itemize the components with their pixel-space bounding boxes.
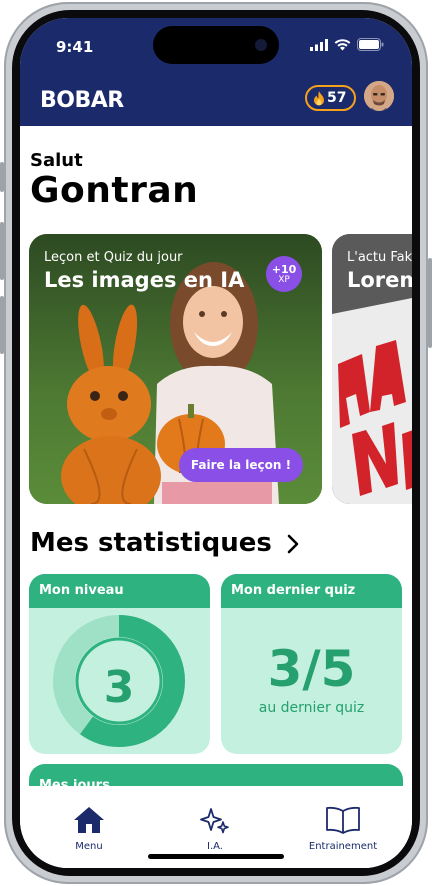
card-kicker: Leçon et Quiz du jour	[44, 250, 183, 265]
nav-training[interactable]: Entrainement	[298, 806, 388, 852]
user-avatar[interactable]	[364, 81, 394, 111]
card-title: Lorem	[347, 268, 412, 292]
home-indicator	[148, 854, 284, 859]
sparkles-icon	[200, 808, 229, 834]
level-value: 3	[103, 662, 135, 713]
start-lesson-button[interactable]: Faire la leçon !	[179, 448, 303, 482]
action-button	[0, 162, 4, 192]
streak-count: 57	[327, 90, 347, 106]
home-icon	[74, 807, 104, 833]
level-label: Mon niveau	[29, 574, 210, 608]
news-card[interactable]: L'actu Fak Lorem	[332, 234, 412, 504]
chevron-right-icon[interactable]	[286, 532, 300, 562]
flame-icon	[314, 90, 324, 105]
quiz-score: 3/5	[267, 640, 356, 698]
app-header: 9:41 BOBAR 57	[20, 18, 412, 126]
nav-ia-label: I.A.	[207, 841, 223, 852]
nav-training-label: Entrainement	[308, 841, 378, 852]
nav-menu[interactable]: Menu	[44, 806, 134, 852]
book-icon	[326, 806, 360, 834]
card-kicker: L'actu Fak	[347, 250, 412, 265]
camera-icon	[255, 39, 267, 51]
xp-badge: +10 XP	[266, 256, 302, 292]
signal-icon	[310, 38, 328, 51]
level-card[interactable]: Mon niveau 3	[29, 574, 210, 754]
last-quiz-card[interactable]: Mon dernier quiz 3/5 au dernier quiz	[221, 574, 402, 754]
volume-up-button	[0, 222, 4, 280]
xp-value: +10	[271, 262, 297, 276]
greeting-name: Gontran	[30, 170, 199, 211]
card-title: Les images en IA	[44, 268, 245, 292]
wifi-icon	[334, 38, 351, 50]
status-time: 9:41	[56, 38, 94, 56]
streak-badge[interactable]: 57	[305, 85, 357, 111]
battery-icon	[357, 38, 384, 51]
daily-lesson-card[interactable]: Leçon et Quiz du jour Les images en IA +…	[29, 234, 322, 504]
app-logo: BOBAR	[40, 88, 124, 113]
xp-unit: XP	[278, 274, 290, 285]
quiz-label: Mon dernier quiz	[221, 574, 402, 608]
avatar-image	[364, 81, 394, 111]
status-icons	[310, 38, 384, 51]
power-button	[428, 258, 432, 348]
quiz-caption: au dernier quiz	[258, 700, 365, 716]
nav-menu-label: Menu	[75, 841, 103, 852]
app-screen: 9:41 BOBAR 57 Salut Gontran Leçon et Qui…	[20, 18, 412, 868]
volume-down-button	[0, 296, 4, 354]
nav-ia[interactable]: I.A.	[170, 806, 260, 852]
dynamic-island	[153, 26, 279, 64]
stats-title: Mes statistiques	[30, 528, 272, 558]
greeting-salutation: Salut	[30, 150, 83, 171]
